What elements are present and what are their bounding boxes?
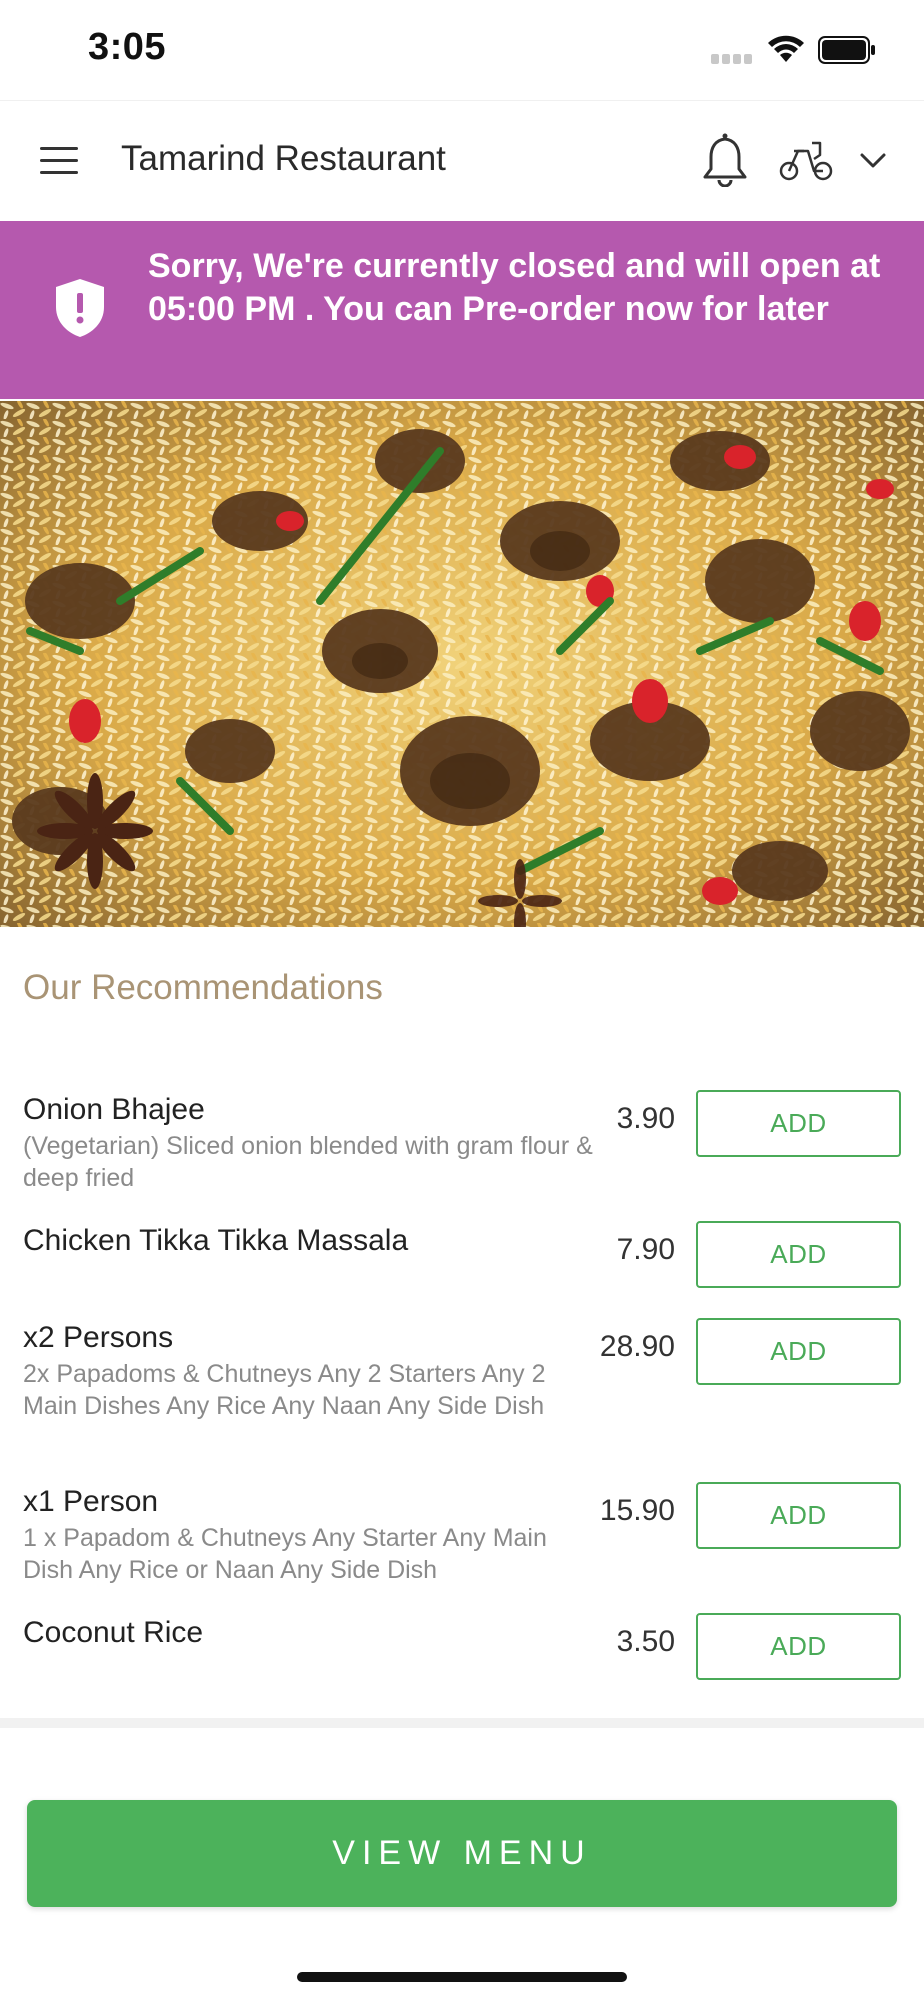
shield-alert-icon xyxy=(56,279,104,337)
add-button[interactable]: ADD xyxy=(696,1482,901,1549)
item-description: 1 x Papadom & Chutneys Any Starter Any M… xyxy=(23,1524,547,1584)
item-description: (Vegetarian) Sliced onion blended with g… xyxy=(23,1132,593,1192)
bell-icon[interactable] xyxy=(700,131,750,187)
closed-notice-banner: Sorry, We're currently closed and will o… xyxy=(0,221,924,399)
section-divider xyxy=(0,1718,924,1728)
item-description: 2x Papadoms & Chutneys Any 2 Starters An… xyxy=(23,1360,546,1420)
item-price: 28.90 xyxy=(599,1330,675,1363)
restaurant-title: Tamarind Restaurant xyxy=(121,139,446,178)
top-navigation-bar: Tamarind Restaurant xyxy=(0,100,924,220)
add-button[interactable]: ADD xyxy=(696,1090,901,1157)
item-name: Coconut Rice xyxy=(23,1616,204,1649)
chevron-down-icon[interactable] xyxy=(856,145,890,175)
status-bar: 3:05 xyxy=(0,0,924,100)
recommendations-heading: Our Recommendations xyxy=(23,968,383,1007)
add-button[interactable]: ADD xyxy=(696,1221,901,1288)
item-price: 7.90 xyxy=(616,1233,675,1266)
battery-icon xyxy=(818,36,875,64)
status-time: 3:05 xyxy=(88,26,167,68)
biryani-image xyxy=(0,401,924,927)
add-button[interactable]: ADD xyxy=(696,1613,901,1680)
item-price: 15.90 xyxy=(599,1494,675,1527)
closed-notice-text: Sorry, We're currently closed and will o… xyxy=(148,247,881,328)
item-price: 3.50 xyxy=(616,1625,675,1658)
hero-food-image xyxy=(0,401,924,927)
home-indicator[interactable] xyxy=(297,1972,627,1982)
hamburger-icon[interactable] xyxy=(38,145,82,177)
item-name: x1 Person xyxy=(23,1485,159,1518)
item-name: Chicken Tikka Tikka Massala xyxy=(23,1224,409,1257)
delivery-scooter-icon[interactable] xyxy=(778,137,834,183)
item-name: Onion Bhajee xyxy=(23,1093,205,1126)
wifi-icon xyxy=(768,35,804,62)
cellular-signal-icon xyxy=(711,54,755,64)
item-price: 3.90 xyxy=(616,1102,675,1135)
view-menu-button[interactable]: VIEW MENU xyxy=(27,1800,897,1907)
add-button[interactable]: ADD xyxy=(696,1318,901,1385)
item-name: x2 Persons xyxy=(23,1321,174,1354)
